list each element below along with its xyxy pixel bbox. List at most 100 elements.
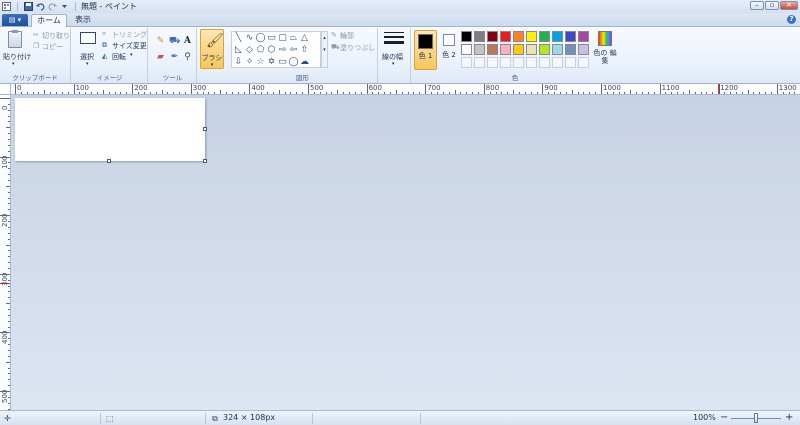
pencil-icon[interactable]: ✎ [155, 36, 166, 47]
color-swatch[interactable] [552, 31, 563, 42]
right-arrow-shape-icon[interactable]: ⇨ [277, 45, 288, 55]
fill-button[interactable]: 塗りつぶし [340, 43, 375, 53]
color-swatch[interactable] [487, 44, 498, 55]
oval-shape-icon[interactable]: ◯ [255, 33, 266, 43]
left-arrow-shape-icon[interactable]: ⇦ [288, 45, 299, 55]
color-swatch[interactable] [539, 31, 550, 42]
ruler-tick [179, 92, 181, 94]
curve-shape-icon[interactable]: ∿ [244, 33, 255, 43]
file-menu-button[interactable]: ▤ ▾ [2, 14, 28, 26]
zoom-slider-thumb[interactable] [754, 413, 758, 423]
color1-button[interactable]: 色 1 [414, 30, 437, 70]
rounded-rectangle-shape-icon[interactable]: ▢ [277, 33, 288, 43]
color-swatch[interactable] [539, 44, 550, 55]
resize-handle-bottom[interactable] [107, 159, 111, 163]
color-swatch[interactable] [513, 57, 524, 68]
line-shape-icon[interactable]: ╲ [233, 33, 244, 43]
six-point-star-shape-icon[interactable]: ✡ [266, 57, 277, 67]
undo-icon[interactable] [36, 2, 45, 11]
tab-home[interactable]: ホーム [31, 14, 67, 27]
color-swatch[interactable] [461, 44, 472, 55]
color-swatch[interactable] [474, 31, 485, 42]
color-swatch[interactable] [461, 31, 472, 42]
color-swatch[interactable] [565, 44, 576, 55]
color-swatch[interactable] [526, 44, 537, 55]
chevron-down-icon[interactable]: ▾ [130, 52, 133, 58]
help-icon[interactable]: ? [787, 15, 796, 24]
diamond-shape-icon[interactable]: ◇ [244, 45, 255, 55]
resize-handle-right[interactable] [203, 127, 207, 131]
tab-view[interactable]: 表示 [68, 14, 98, 27]
down-arrow-shape-icon[interactable]: ⇩ [233, 57, 244, 67]
color-swatch[interactable] [578, 44, 589, 55]
polygon-shape-icon[interactable]: ⏢ [288, 33, 299, 43]
color-swatch[interactable] [461, 57, 472, 68]
color-swatch[interactable] [578, 57, 589, 68]
color-swatch[interactable] [500, 31, 511, 42]
chevron-down-icon[interactable]: ▾ [12, 61, 15, 67]
color-swatch[interactable] [526, 31, 537, 42]
drawing-canvas[interactable] [15, 98, 205, 161]
pentagon-shape-icon[interactable]: ⬠ [255, 45, 266, 55]
color-swatch[interactable] [513, 31, 524, 42]
resize-handle-corner[interactable] [203, 159, 207, 163]
color2-button[interactable] [443, 34, 455, 46]
copy-button[interactable]: コピー [42, 42, 63, 52]
color-swatch[interactable] [552, 44, 563, 55]
crop-button[interactable]: トリミング [112, 30, 147, 40]
outline-button[interactable]: 輪郭 [340, 31, 354, 41]
eraser-icon[interactable]: ▰ [155, 52, 166, 63]
triangle-shape-icon[interactable]: △ [299, 33, 310, 43]
paste-icon[interactable] [8, 30, 22, 48]
cut-button[interactable]: 切り取り [42, 31, 70, 41]
save-icon[interactable] [24, 2, 33, 11]
shapes-scroll[interactable]: ▴ ▾ [321, 31, 328, 68]
paste-button[interactable]: 貼り付け [3, 52, 31, 62]
ruler-tick [272, 92, 274, 94]
redo-icon[interactable] [48, 2, 57, 11]
color-swatch[interactable] [487, 57, 498, 68]
maximize-button[interactable]: ▫ [765, 1, 779, 10]
text-tool-icon[interactable]: A [182, 36, 193, 47]
color-swatch[interactable] [539, 57, 550, 68]
edit-colors-button[interactable]: 色の 編集 [593, 31, 617, 71]
fill-bucket-icon[interactable]: ⛟ [169, 36, 180, 47]
color-swatch[interactable] [565, 31, 576, 42]
color-swatch[interactable] [487, 31, 498, 42]
color-swatch[interactable] [474, 44, 485, 55]
zoom-in-button[interactable]: + [785, 412, 793, 423]
five-point-star-shape-icon[interactable]: ☆ [255, 57, 266, 67]
color-swatch[interactable] [500, 57, 511, 68]
color-swatch[interactable] [500, 44, 511, 55]
resize-button[interactable]: サイズ変更 [112, 41, 147, 51]
up-arrow-shape-icon[interactable]: ⇧ [299, 45, 310, 55]
paint-app-icon[interactable] [2, 2, 11, 11]
oval-callout-shape-icon[interactable]: ◯ [288, 57, 299, 67]
ruler-tick [202, 92, 204, 94]
right-triangle-shape-icon[interactable]: ◺ [233, 45, 244, 55]
minimize-button[interactable]: – [750, 1, 764, 10]
chevron-down-icon[interactable]: ▾ [86, 61, 89, 67]
magnifier-icon[interactable]: ⚲ [182, 52, 193, 63]
callout-shape-icon[interactable]: ▭ [277, 57, 288, 67]
rectangle-shape-icon[interactable]: ▭ [266, 33, 277, 43]
brush-button[interactable]: 🖌 ブラシ ▾ [200, 29, 224, 69]
hexagon-shape-icon[interactable]: ⬡ [266, 45, 277, 55]
four-point-star-shape-icon[interactable]: ✧ [244, 57, 255, 67]
cloud-callout-shape-icon[interactable]: ☁ [299, 57, 310, 67]
color-swatch[interactable] [513, 44, 524, 55]
color-swatch[interactable] [578, 31, 589, 42]
canvas-workspace[interactable] [11, 95, 800, 410]
rotate-button[interactable]: 回転 [112, 52, 126, 62]
color-swatch[interactable] [552, 57, 563, 68]
zoom-out-button[interactable]: − [720, 412, 728, 423]
chevron-down-icon[interactable]: ▾ [392, 61, 395, 67]
separator [205, 413, 206, 424]
select-icon[interactable] [80, 32, 96, 44]
color-swatch[interactable] [526, 57, 537, 68]
color-picker-icon[interactable]: ✒ [169, 52, 180, 63]
color-swatch[interactable] [565, 57, 576, 68]
customize-dropdown-icon[interactable] [60, 2, 69, 11]
close-button[interactable]: ✕ [780, 1, 798, 10]
color-swatch[interactable] [474, 57, 485, 68]
